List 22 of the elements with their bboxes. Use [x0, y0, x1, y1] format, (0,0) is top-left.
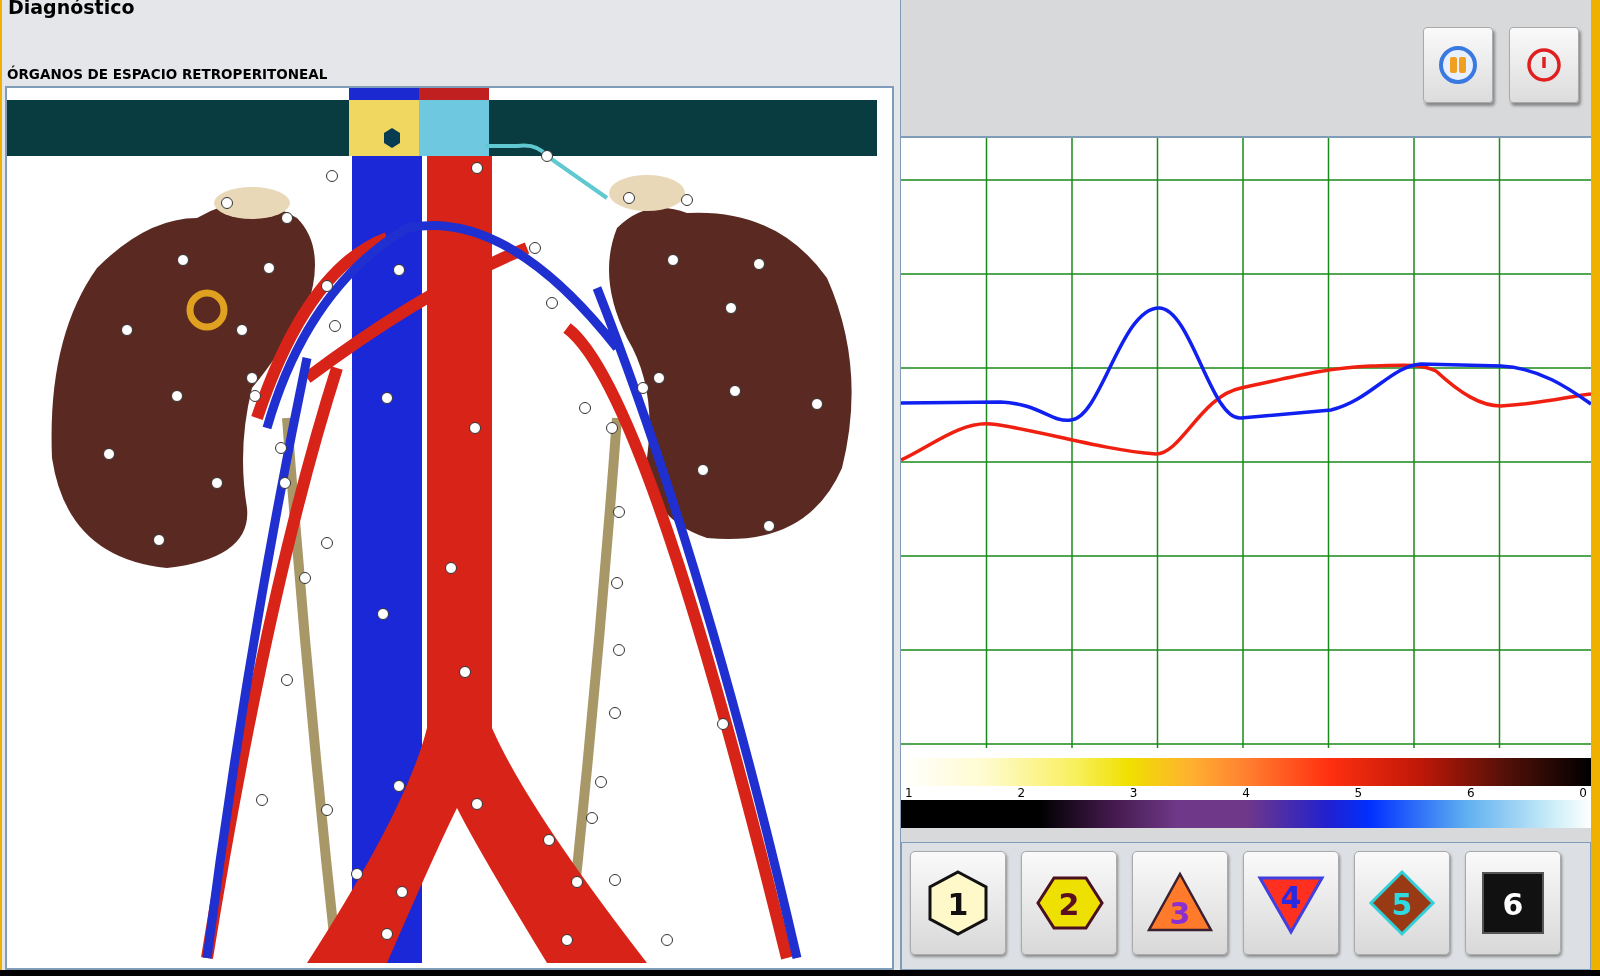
triangle-icon	[1146, 871, 1214, 932]
scale-label: 6	[1466, 786, 1475, 800]
scale-label: 4	[1242, 786, 1250, 800]
scale-label: 5	[1354, 786, 1363, 800]
scale-label: 3	[1129, 786, 1138, 800]
section-title: ÓRGANOS DE ESPACIO RETROPERITONEAL	[7, 66, 329, 82]
power-button[interactable]	[1509, 27, 1579, 103]
power-icon	[1525, 46, 1563, 84]
scale-label: 1	[905, 786, 913, 800]
triangle-down-icon	[1257, 876, 1325, 935]
hexagon-icon	[928, 870, 988, 936]
pause-button[interactable]	[1423, 27, 1493, 103]
scale-label: 2	[1017, 786, 1026, 800]
scale-label: 0	[1579, 786, 1587, 800]
symbol-button[interactable]: 5	[1354, 851, 1450, 955]
square-icon	[1482, 872, 1544, 934]
diamond-icon	[1368, 869, 1436, 937]
symbol-button[interactable]: 2	[1021, 851, 1117, 955]
symbol-button[interactable]: 6	[1465, 851, 1561, 955]
pause-icon	[1438, 45, 1478, 85]
hexagon-wide-icon	[1036, 876, 1104, 930]
symbol-button[interactable]: 1	[910, 851, 1006, 955]
